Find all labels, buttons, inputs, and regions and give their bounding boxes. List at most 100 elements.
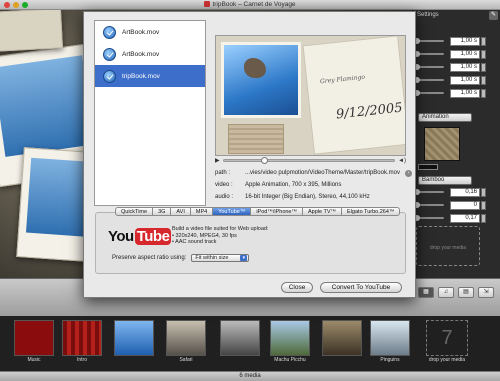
format-tabs: QuickTime 3G AVI MP4 YouTube™ iPod™/iPho… <box>115 207 401 217</box>
aspect-ratio-row: Preserve aspect ratio using: Fit within … <box>112 254 250 262</box>
duration-stepper[interactable] <box>481 36 486 46</box>
param-field[interactable]: 0,16 <box>450 187 480 197</box>
intro-thumbnail <box>62 320 102 356</box>
param-stepper[interactable] <box>481 213 486 223</box>
style-select[interactable]: Bamboo <box>418 176 472 185</box>
param-row[interactable]: 0,16 <box>414 186 494 198</box>
filmstrip-clip[interactable]: Machu Picchu <box>270 320 310 363</box>
movie-file-list[interactable]: ArtBook.mov ArtBook.mov tripBook.mov <box>94 20 206 206</box>
status-bar: 6 media <box>0 371 500 381</box>
tab-quicktime[interactable]: QuickTime <box>115 207 154 216</box>
tab-apple-tv[interactable]: Apple TV™ <box>303 207 343 216</box>
wrench-icon[interactable]: ✎ <box>489 11 498 20</box>
tab-mp4[interactable]: MP4 <box>190 207 214 216</box>
filmstrip-clip[interactable]: Pinguins <box>370 320 410 363</box>
photo-frame-top <box>0 10 63 52</box>
duration-row[interactable]: 1,00 s <box>414 35 494 47</box>
param-slider[interactable] <box>414 215 444 221</box>
param-field[interactable]: 0 <box>450 200 480 210</box>
file-name: ArtBook.mov <box>122 50 160 58</box>
filmstrip-clip[interactable]: Safari <box>166 320 206 363</box>
tab-youtube[interactable]: YouTube™ <box>213 207 252 216</box>
quicktime-icon <box>103 25 116 39</box>
filmstrip-clip[interactable] <box>220 320 260 357</box>
duration-slider[interactable] <box>414 77 444 83</box>
format-description: Build a video file suited for Web upload… <box>172 226 269 246</box>
param-row[interactable]: 0 <box>414 199 494 211</box>
stamp-graphic <box>228 124 284 154</box>
clip-label: Safari <box>179 357 193 363</box>
duration-stepper[interactable] <box>481 49 486 59</box>
machu-picchu-thumbnail <box>270 320 310 356</box>
tab-3g[interactable]: 3G <box>153 207 172 216</box>
playback-scrubber[interactable] <box>222 157 396 164</box>
file-item-selected[interactable]: tripBook.mov <box>95 65 205 87</box>
param-row[interactable]: 0,17 <box>414 212 494 224</box>
quicktime-icon <box>103 47 116 61</box>
filmstrip-clip[interactable] <box>114 320 154 357</box>
duration-row[interactable]: 1,00 s <box>414 48 494 60</box>
export-icon[interactable]: ⇲ <box>478 287 494 298</box>
window-title: tripBook – Carnet de Voyage <box>0 1 500 8</box>
photos-icon[interactable]: ▦ <box>418 287 434 298</box>
postcard-graphic <box>302 36 405 155</box>
safari-thumbnail <box>166 320 206 356</box>
file-item[interactable]: ArtBook.mov <box>95 21 205 43</box>
app-icon <box>204 1 211 7</box>
scrubber-handle[interactable] <box>261 157 269 164</box>
volume-icon[interactable]: ◄) <box>398 158 406 164</box>
duration-field[interactable]: 1,00 s <box>450 36 480 46</box>
duration-row[interactable]: 1,00 s <box>414 87 494 99</box>
penguins-thumbnail <box>370 320 410 356</box>
param-slider[interactable] <box>414 202 444 208</box>
film-icon[interactable]: ▤ <box>458 287 474 298</box>
filmstrip-clip[interactable]: Intro <box>62 320 102 363</box>
param-field[interactable]: 0,17 <box>450 213 480 223</box>
param-slider[interactable] <box>414 189 444 195</box>
audio-row: audio : 16-bit Integer (Big Endian), Ster… <box>215 194 370 200</box>
param-stepper[interactable] <box>481 187 486 197</box>
texture-thumbnail[interactable] <box>424 127 460 161</box>
duration-field[interactable]: 1,00 s <box>450 62 480 72</box>
video-row: video : Apple Animation, 700 x 395, Milli… <box>215 182 341 188</box>
duration-slider[interactable] <box>414 90 444 96</box>
duration-slider[interactable] <box>414 64 444 70</box>
file-item[interactable]: ArtBook.mov <box>95 43 205 65</box>
animal-thumbnail <box>220 320 260 356</box>
tab-elgato[interactable]: Elgato Turbo.264™ <box>342 207 401 216</box>
param-stepper[interactable] <box>481 200 486 210</box>
filmstrip-clip[interactable]: Music <box>14 320 54 363</box>
duration-slider[interactable] <box>414 38 444 44</box>
reveal-in-finder-icon[interactable]: › <box>404 170 412 177</box>
logo-tube: Tube <box>134 228 172 245</box>
clip-label: Music <box>27 357 41 363</box>
drop-count: 7 <box>426 320 468 356</box>
temple-thumbnail <box>322 320 362 356</box>
duration-slider[interactable] <box>414 51 444 57</box>
filmstrip-drop-zone[interactable]: 7 drop your media <box>426 320 468 363</box>
color-well[interactable] <box>418 164 438 170</box>
tab-avi[interactable]: AVI <box>171 207 191 216</box>
playback-controls: ▶ ◄) <box>215 156 406 165</box>
duration-stepper[interactable] <box>481 62 486 72</box>
play-icon[interactable]: ▶ <box>215 157 220 164</box>
duration-stepper[interactable] <box>481 75 486 85</box>
window-title-bar: tripBook – Carnet de Voyage <box>0 0 500 10</box>
file-name: tripBook.mov <box>122 72 160 80</box>
aspect-ratio-select[interactable]: Fit within size <box>191 254 250 262</box>
duration-field[interactable]: 1,00 s <box>450 49 480 59</box>
duration-field[interactable]: 1,00 s <box>450 88 480 98</box>
duration-row[interactable]: 1,00 s <box>414 74 494 86</box>
close-button[interactable]: Close <box>281 282 313 293</box>
convert-button[interactable]: Convert To YouTube <box>320 282 402 293</box>
media-drop-zone[interactable]: drop your media <box>416 226 480 266</box>
duration-row[interactable]: 1,00 s <box>414 61 494 73</box>
duration-stepper[interactable] <box>481 88 486 98</box>
music-icon[interactable]: ♫ <box>438 287 454 298</box>
filmstrip-clip[interactable] <box>322 320 362 357</box>
path-value: ...vies/video pulpmotion/VideoTheme/Mast… <box>245 170 400 176</box>
quicktime-icon <box>103 69 116 83</box>
animation-select[interactable]: Animation <box>418 113 472 122</box>
tab-ipod-iphone[interactable]: iPod™/iPhone™ <box>251 207 303 216</box>
duration-field[interactable]: 1,00 s <box>450 75 480 85</box>
